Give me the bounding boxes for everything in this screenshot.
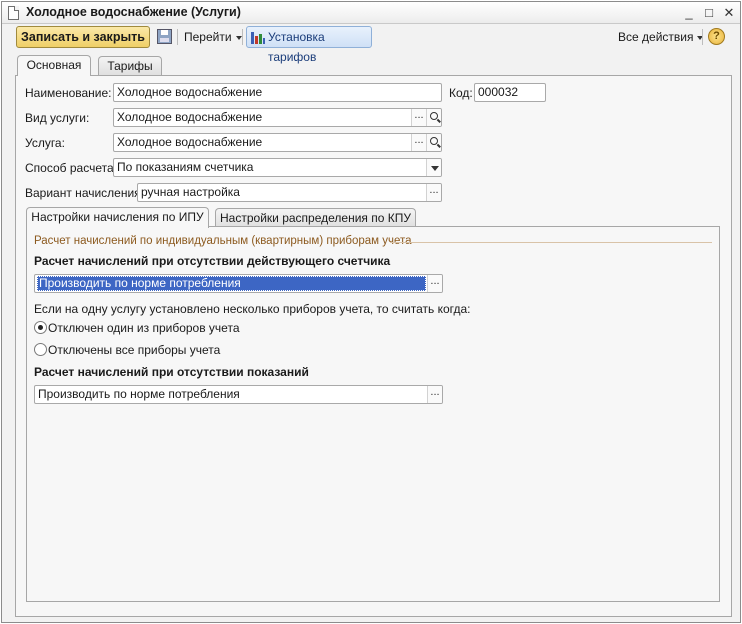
- ipu-settings-panel: Расчет начислений по индивидуальным (ква…: [26, 226, 720, 602]
- minimize-button[interactable]: _: [680, 4, 698, 21]
- all-actions-menu[interactable]: Все действия: [618, 30, 704, 44]
- name-label: Наименование:: [25, 86, 112, 100]
- chevron-down-icon: [235, 35, 242, 40]
- no-readings-value: Производить по норме потребления: [38, 387, 240, 401]
- service-type-open-button[interactable]: [426, 109, 441, 126]
- group-divider: [390, 242, 712, 243]
- accrual-variant-field[interactable]: ручная настройка ...: [137, 183, 442, 202]
- service-label: Услуга:: [25, 136, 65, 150]
- service-field[interactable]: Холодное водоснабжение ...: [113, 133, 442, 152]
- command-bar: Записать и закрыть Перейти Установка тар…: [2, 25, 740, 64]
- tab-main[interactable]: Основная: [17, 55, 91, 76]
- service-type-field[interactable]: Холодное водоснабжение ...: [113, 108, 442, 127]
- radio-all-disconnected-label[interactable]: Отключены все приборы учета: [48, 343, 220, 357]
- save-icon[interactable]: [157, 29, 172, 44]
- service-type-label: Вид услуги:: [25, 111, 90, 125]
- goto-menu-label: Перейти: [184, 30, 232, 44]
- no-readings-label: Расчет начислений при отсутствии показан…: [34, 365, 309, 379]
- tab-kpu-settings[interactable]: Настройки распределения по КПУ: [215, 208, 416, 228]
- radio-all-disconnected[interactable]: [34, 343, 47, 356]
- magnifier-icon: [430, 137, 438, 145]
- set-tariffs-button[interactable]: Установка тарифов: [246, 26, 372, 64]
- toolbar-separator: [177, 29, 178, 45]
- set-tariffs-label: Установка тарифов: [268, 30, 325, 64]
- accrual-variant-value: ручная настройка: [141, 185, 240, 199]
- toolbar-separator: [702, 29, 703, 45]
- ipu-group-title: Расчет начислений по индивидуальным (ква…: [34, 235, 412, 247]
- calc-method-select[interactable]: По показаниям счетчика: [113, 158, 442, 177]
- no-meter-select-button[interactable]: ...: [427, 275, 442, 292]
- all-actions-label: Все действия: [618, 30, 694, 44]
- accrual-variant-label: Вариант начисления:: [25, 186, 145, 200]
- radio-one-disconnected[interactable]: [34, 321, 47, 334]
- document-icon: [8, 6, 19, 20]
- no-meter-field[interactable]: Производить по норме потребления ...: [34, 274, 443, 293]
- service-open-button[interactable]: [426, 134, 441, 151]
- close-button[interactable]: ✕: [720, 4, 738, 21]
- help-icon[interactable]: ?: [708, 28, 725, 45]
- save-and-close-button[interactable]: Записать и закрыть: [16, 26, 150, 48]
- service-select-button[interactable]: ...: [411, 134, 426, 151]
- title-bar: Холодное водоснабжение (Услуги) _ □ ✕: [2, 2, 740, 24]
- service-type-select-button[interactable]: ...: [411, 109, 426, 126]
- calc-method-dropdown-button[interactable]: [426, 159, 441, 176]
- main-tab-panel: Наименование: Холодное водоснабжение Код…: [15, 75, 732, 617]
- maximize-button[interactable]: □: [700, 4, 718, 21]
- service-type-value: Холодное водоснабжение: [117, 110, 263, 124]
- bar-chart-icon: [251, 31, 265, 44]
- no-readings-select-button[interactable]: ...: [427, 386, 442, 403]
- code-field[interactable]: 000032: [474, 83, 546, 102]
- goto-menu[interactable]: Перейти: [184, 30, 242, 44]
- window-title: Холодное водоснабжение (Услуги): [26, 5, 241, 19]
- magnifier-icon: [430, 112, 438, 120]
- no-meter-label: Расчет начислений при отсутствии действу…: [34, 254, 391, 268]
- calc-method-value: По показаниям счетчика: [117, 160, 254, 174]
- service-value: Холодное водоснабжение: [117, 135, 263, 149]
- code-label: Код:: [449, 86, 473, 100]
- chevron-down-icon: [431, 166, 439, 171]
- calc-method-label: Способ расчета:: [25, 161, 117, 175]
- accrual-variant-select-button[interactable]: ...: [426, 184, 441, 201]
- name-field[interactable]: Холодное водоснабжение: [113, 83, 442, 102]
- no-readings-field[interactable]: Производить по норме потребления ...: [34, 385, 443, 404]
- toolbar-separator: [242, 29, 243, 45]
- tab-ipu-settings[interactable]: Настройки начисления по ИПУ: [26, 207, 209, 228]
- multi-meter-question: Если на одну услугу установлено нескольк…: [34, 302, 471, 316]
- radio-one-disconnected-label[interactable]: Отключен один из приборов учета: [48, 321, 240, 335]
- tab-tariffs[interactable]: Тарифы: [98, 56, 162, 76]
- no-meter-value: Производить по норме потребления: [37, 276, 426, 291]
- form-window: Холодное водоснабжение (Услуги) _ □ ✕ За…: [1, 1, 741, 623]
